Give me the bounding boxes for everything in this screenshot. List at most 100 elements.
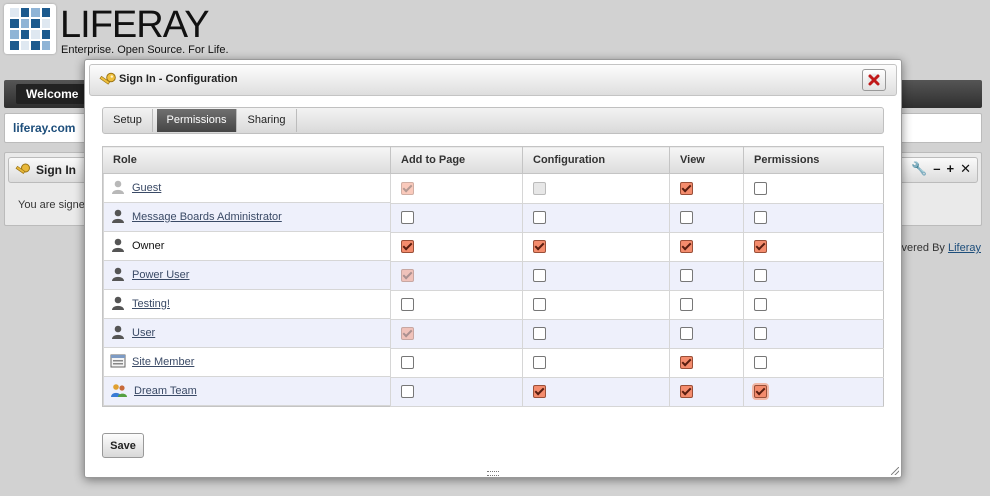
permission-cell (743, 319, 884, 349)
add-to-page-checkbox[interactable] (401, 385, 414, 399)
logo-tagline: Enterprise. Open Source. For Life. (61, 44, 229, 56)
role-cell: Guest (103, 174, 390, 203)
role-name[interactable]: Testing! (132, 298, 170, 310)
role-name: Owner (132, 240, 165, 252)
permissions-checkbox[interactable] (754, 181, 767, 195)
tab-setup[interactable]: Setup (103, 109, 153, 132)
role-name[interactable]: Site Member (132, 356, 194, 368)
role-name[interactable]: Guest (132, 182, 161, 194)
permission-cell (743, 173, 884, 204)
user-icon (110, 208, 126, 227)
tab-permissions[interactable]: Permissions (157, 109, 237, 132)
role-cell: Owner (103, 232, 390, 261)
permission-cell (669, 173, 744, 204)
permissions-checkbox[interactable] (754, 240, 767, 253)
dialog-title: Sign In - Configuration (119, 73, 238, 85)
maximize-icon[interactable]: + (947, 161, 955, 177)
permission-cell (390, 319, 523, 349)
permission-cell (522, 319, 670, 349)
permissions-checkbox[interactable] (754, 298, 767, 311)
configuration-checkbox[interactable] (533, 385, 546, 399)
site-name-link[interactable]: liferay.com (13, 121, 75, 135)
permission-cell (669, 319, 744, 349)
role-name[interactable]: Power User (132, 269, 189, 281)
dialog-header[interactable]: Sign In - Configuration (89, 64, 897, 96)
permissions-checkbox[interactable] (754, 385, 767, 399)
wrench-icon[interactable]: 🔧 (911, 161, 927, 177)
add-to-page-checkbox[interactable] (401, 327, 414, 340)
table-row: Owner (103, 232, 884, 262)
configuration-checkbox[interactable] (533, 211, 546, 224)
view-checkbox[interactable] (680, 181, 693, 195)
tab-sharing[interactable]: Sharing (237, 109, 297, 132)
resize-grip-bottom-icon[interactable] (487, 471, 499, 476)
configuration-checkbox[interactable] (533, 240, 546, 253)
configuration-checkbox[interactable] (533, 269, 546, 282)
add-to-page-checkbox[interactable] (401, 269, 414, 282)
permission-cell (390, 173, 523, 204)
permission-cell (522, 261, 670, 291)
role-name[interactable]: Message Boards Administrator (132, 211, 282, 223)
powered-by-link[interactable]: Liferay (948, 242, 981, 254)
permission-cell (669, 290, 744, 320)
permission-cell (522, 348, 670, 378)
permissions-checkbox[interactable] (754, 211, 767, 224)
permission-cell (669, 232, 744, 262)
view-checkbox[interactable] (680, 356, 693, 369)
column-header-role: Role (102, 146, 391, 174)
view-checkbox[interactable] (680, 269, 693, 282)
resize-corner-icon[interactable] (891, 467, 899, 475)
save-button[interactable]: Save (102, 433, 144, 458)
view-checkbox[interactable] (680, 211, 693, 224)
permission-cell (743, 261, 884, 291)
table-row: Site Member (103, 348, 884, 378)
view-checkbox[interactable] (680, 298, 693, 311)
table-row: User (103, 319, 884, 349)
column-header-configuration: Configuration (522, 146, 670, 174)
close-dialog-button[interactable] (862, 69, 886, 91)
add-to-page-checkbox[interactable] (401, 356, 414, 369)
configuration-checkbox[interactable] (533, 356, 546, 369)
permissions-checkbox[interactable] (754, 356, 767, 369)
permission-cell (522, 173, 670, 204)
permission-cell (390, 232, 523, 262)
add-to-page-checkbox[interactable] (401, 181, 414, 195)
role-cell: Power User (103, 261, 390, 290)
portlet-message: You are signe (18, 199, 85, 211)
config-tabs: Setup Permissions Sharing (102, 107, 884, 134)
permission-cell (522, 232, 670, 262)
powered-by-text: vered By (901, 242, 948, 254)
role-cell: Message Boards Administrator (103, 203, 390, 232)
permission-cell (390, 348, 523, 378)
site-member-icon (110, 353, 126, 372)
key-icon (15, 163, 31, 180)
permissions-checkbox[interactable] (754, 269, 767, 282)
column-header-add-to-page: Add to Page (390, 146, 523, 174)
column-header-view: View (669, 146, 744, 174)
permission-cell (522, 377, 670, 407)
role-name[interactable]: User (132, 327, 155, 339)
add-to-page-checkbox[interactable] (401, 211, 414, 224)
permissions-checkbox[interactable] (754, 327, 767, 340)
user-guest-icon (110, 179, 126, 198)
configuration-checkbox[interactable] (533, 181, 546, 195)
view-checkbox[interactable] (680, 240, 693, 253)
user-icon (110, 237, 126, 256)
table-row: Message Boards Administrator (103, 203, 884, 233)
role-name[interactable]: Dream Team (134, 385, 197, 397)
permission-cell (669, 261, 744, 291)
view-checkbox[interactable] (680, 327, 693, 340)
nav-item-welcome[interactable]: Welcome (16, 84, 89, 104)
liferay-logo[interactable] (4, 4, 56, 54)
powered-by: vered By Liferay (902, 242, 982, 254)
add-to-page-checkbox[interactable] (401, 240, 414, 253)
permission-cell (390, 261, 523, 291)
user-icon (110, 295, 126, 314)
add-to-page-checkbox[interactable] (401, 298, 414, 311)
configuration-checkbox[interactable] (533, 327, 546, 340)
close-icon[interactable]: ✕ (960, 161, 971, 177)
permission-cell (743, 377, 884, 407)
configuration-checkbox[interactable] (533, 298, 546, 311)
minimize-icon[interactable]: – (933, 161, 940, 177)
view-checkbox[interactable] (680, 385, 693, 399)
